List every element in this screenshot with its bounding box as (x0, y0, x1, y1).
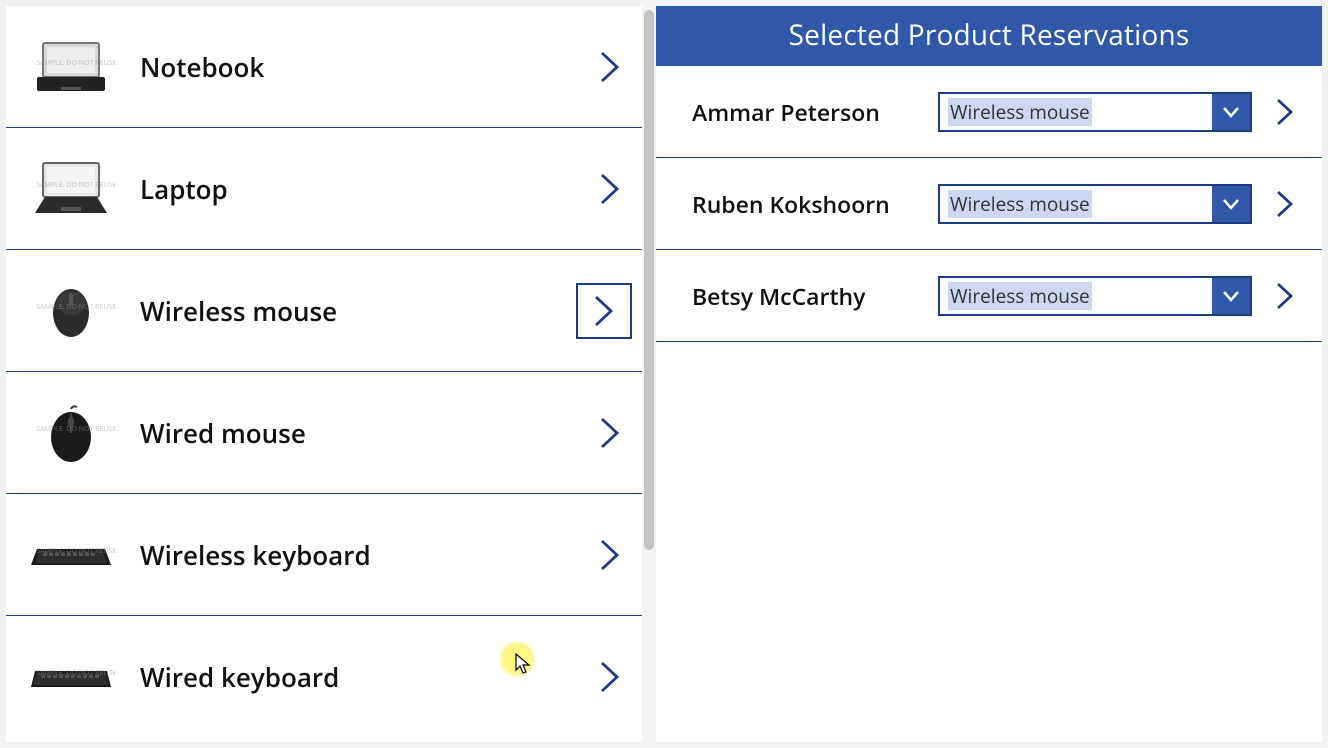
chevron-right-icon[interactable] (588, 167, 632, 211)
keyboard-icon: SAMPLE. DO NOT REUSE. (28, 520, 114, 590)
reservation-row: Ruben Kokshoorn Wireless mouse (656, 158, 1322, 250)
product-label: Notebook (114, 49, 588, 85)
mouse-icon: SAMPLE. DO NOT REUSE. (28, 276, 114, 346)
product-row-notebook[interactable]: SAMPLE. DO NOT REUSE. Notebook (6, 6, 642, 128)
reservation-name: Betsy McCarthy (692, 280, 938, 312)
product-select-value: Wireless mouse (940, 283, 1212, 309)
product-select-value: Wireless mouse (940, 191, 1212, 217)
chevron-right-icon[interactable] (1266, 277, 1304, 315)
product-label: Wired keyboard (114, 659, 588, 695)
chevron-down-icon[interactable] (1212, 278, 1250, 314)
chevron-right-icon[interactable] (1266, 93, 1304, 131)
reservations-header: Selected Product Reservations (656, 6, 1322, 66)
chevron-right-icon[interactable] (588, 45, 632, 89)
scrollbar-vertical[interactable] (642, 6, 656, 742)
keyboard-icon: SAMPLE. DO NOT REUSE. (28, 642, 114, 712)
product-row-wireless-mouse[interactable]: SAMPLE. DO NOT REUSE. Wireless mouse (6, 250, 642, 372)
chevron-down-icon[interactable] (1212, 186, 1250, 222)
reservation-name: Ruben Kokshoorn (692, 188, 938, 220)
product-row-laptop[interactable]: SAMPLE. DO NOT REUSE. Laptop (6, 128, 642, 250)
reservation-row: Betsy McCarthy Wireless mouse (656, 250, 1322, 342)
product-row-wireless-keyboard[interactable]: SAMPLE. DO NOT REUSE. Wireless keyboard (6, 494, 642, 616)
product-label: Wired mouse (114, 415, 588, 451)
product-select[interactable]: Wireless mouse (938, 276, 1252, 316)
chevron-right-icon[interactable] (588, 411, 632, 455)
chevron-right-icon[interactable] (588, 655, 632, 699)
product-label: Wireless mouse (114, 293, 576, 329)
reservation-name: Ammar Peterson (692, 96, 938, 128)
product-row-wired-mouse[interactable]: SAMPLE. DO NOT REUSE. Wired mouse (6, 372, 642, 494)
reservation-row: Ammar Peterson Wireless mouse (656, 66, 1322, 158)
product-select-value: Wireless mouse (940, 99, 1212, 125)
product-label: Wireless keyboard (114, 537, 588, 573)
chevron-right-icon[interactable] (1266, 185, 1304, 223)
reservations-panel: Selected Product Reservations Ammar Pete… (656, 6, 1322, 742)
app-root: SAMPLE. DO NOT REUSE. Notebook SAMPLE. D… (0, 0, 1328, 748)
product-select[interactable]: Wireless mouse (938, 92, 1252, 132)
mouse-wired-icon: SAMPLE. DO NOT REUSE. (28, 398, 114, 468)
chevron-right-icon[interactable] (588, 533, 632, 577)
scrollbar-thumb[interactable] (644, 10, 654, 550)
product-select[interactable]: Wireless mouse (938, 184, 1252, 224)
laptop-icon: SAMPLE. DO NOT REUSE. (28, 154, 114, 224)
chevron-down-icon[interactable] (1212, 94, 1250, 130)
product-label: Laptop (114, 171, 588, 207)
product-list-panel: SAMPLE. DO NOT REUSE. Notebook SAMPLE. D… (6, 6, 642, 742)
product-row-wired-keyboard[interactable]: SAMPLE. DO NOT REUSE. Wired keyboard (6, 616, 642, 738)
notebook-icon: SAMPLE. DO NOT REUSE. (28, 32, 114, 102)
chevron-right-icon[interactable] (576, 283, 632, 339)
